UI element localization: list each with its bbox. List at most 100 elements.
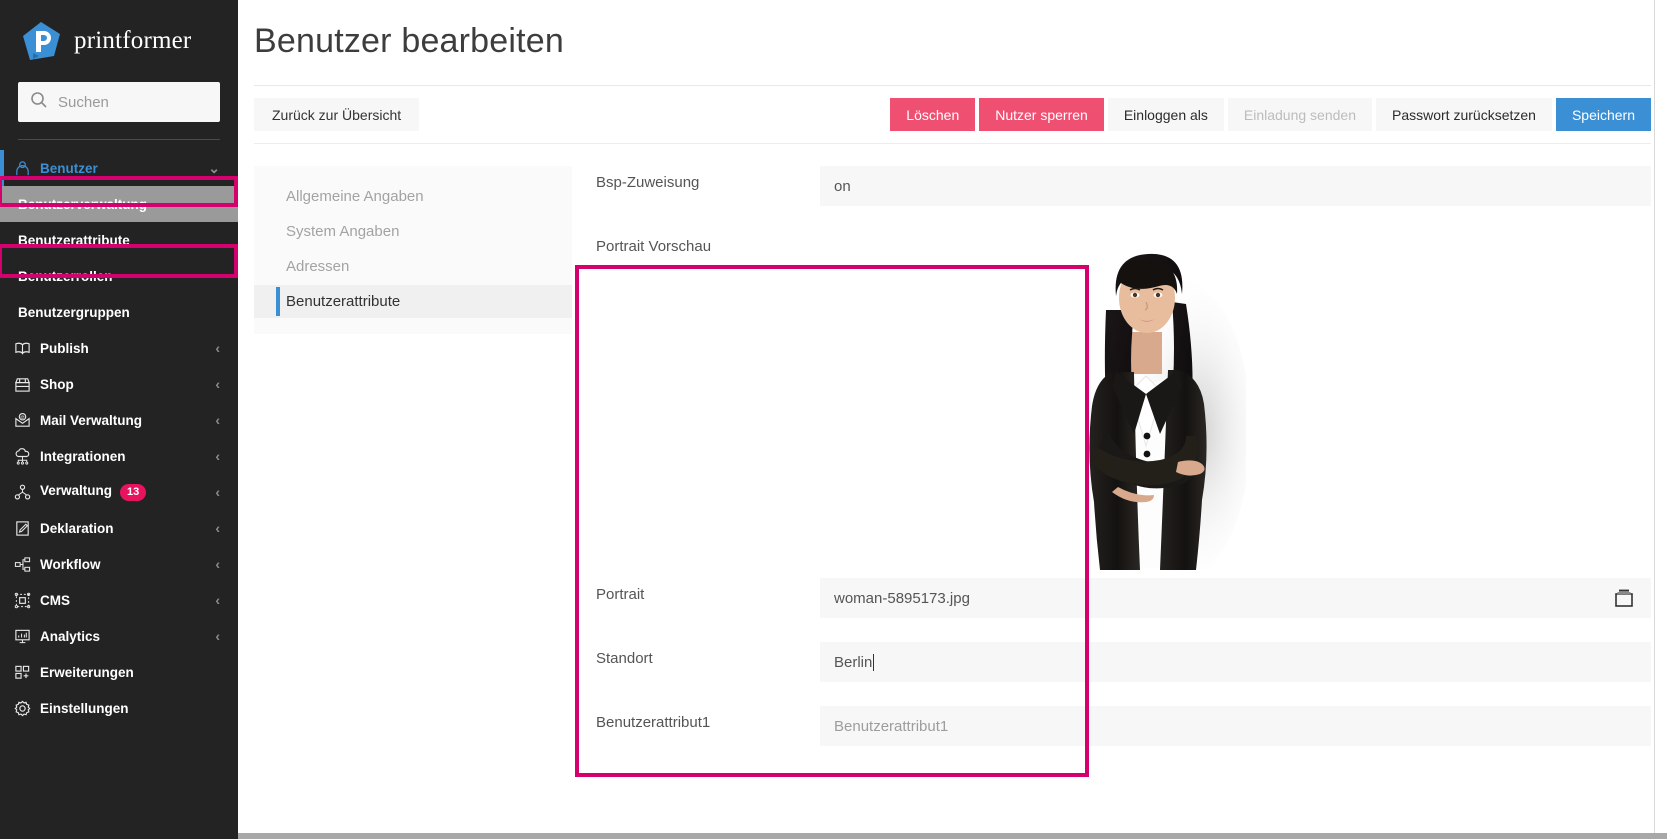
tab-panel: Allgemeine Angaben System Angaben Adress… [254,166,572,334]
mail-icon: @ [14,412,40,429]
sidebar-subitem-label: Benutzergruppen [18,304,130,320]
tab-label: Benutzerattribute [286,293,401,310]
horizontal-scrollbar[interactable] [0,833,1667,839]
save-button[interactable]: Speichern [1555,98,1651,131]
search-input[interactable] [58,93,208,111]
tab-system-angaben[interactable]: System Angaben [254,215,572,248]
tab-adressen[interactable]: Adressen [254,250,572,283]
portrait-file-field: woman-5895173.jpg [820,578,1651,618]
sidebar-item-publish[interactable]: Publish ‹ [0,330,238,366]
text-caret [873,653,875,671]
sidebar-nav: Benutzer ⌄ Benutzerverwaltung Benutzerat… [0,150,238,726]
sidebar-item-benutzer[interactable]: Benutzer ⌄ [0,150,238,186]
book-icon [14,340,40,357]
printformer-logo-icon [20,20,62,62]
field-wrapper: on [820,166,1651,206]
delete-button[interactable]: Löschen [890,98,976,131]
sidebar-bottom-fill [0,833,238,839]
brand-name: printformer [74,27,192,54]
chevron-left-icon: ‹ [215,592,220,608]
sidebar-item-integrationen[interactable]: Integrationen ‹ [0,438,238,474]
shop-icon [14,376,40,393]
trash-icon[interactable] [1597,578,1651,618]
search-container [0,78,238,122]
sidebar-item-verwaltung[interactable]: Verwaltung 13 ‹ [0,474,238,510]
tab-label: Adressen [286,258,350,275]
search-icon [30,91,48,114]
sidebar-item-erweiterungen[interactable]: Erweiterungen [0,654,238,690]
sidebar-item-workflow[interactable]: Workflow ‹ [0,546,238,582]
bsp-zuweisung-value[interactable]: on [820,166,1651,206]
extensions-icon [14,664,40,681]
row-spacer [572,206,1651,230]
search-box[interactable] [18,82,220,122]
sidebar-item-label: Publish [40,340,89,356]
standort-value: Berlin [834,653,873,671]
sidebar-item-label: Analytics [40,628,101,644]
reset-password-button[interactable]: Passwort zurücksetzen [1376,98,1552,131]
sidebar-item-mail-verwaltung[interactable]: @ Mail Verwaltung ‹ [0,402,238,438]
sidebar-subitem-benutzerrollen[interactable]: Benutzerrollen [0,258,238,294]
sidebar-item-label: Deklaration [40,520,114,536]
field-label: Portrait [596,586,645,603]
form-row-standort: Standort Berlin [572,642,1651,682]
sidebar-subitem-benutzerattribute[interactable]: Benutzerattribute [0,222,238,258]
sidebar-item-label: CMS [40,592,70,608]
sidebar-divider [18,139,220,140]
row-spacer [572,682,1651,706]
portrait-filename-value[interactable]: woman-5895173.jpg [820,578,1597,618]
chevron-down-icon: ⌄ [208,159,220,176]
tab-benutzerattribute[interactable]: Benutzerattribute [254,285,572,318]
chevron-left-icon: ‹ [215,376,220,392]
tab-label: System Angaben [286,223,400,240]
gear-icon [14,700,40,717]
chevron-left-icon: ‹ [215,520,220,536]
sidebar-subitem-benutzergruppen[interactable]: Benutzergruppen [0,294,238,330]
edit-document-icon [14,520,40,537]
chevron-left-icon: ‹ [215,340,220,356]
form-row-benutzerattribut1: Benutzerattribut1 Benutzerattribut1 [572,706,1651,746]
sidebar-subitem-label: Benutzerattribute [18,232,130,248]
sidebar-item-analytics[interactable]: Analytics ‹ [0,618,238,654]
back-to-overview-button[interactable]: Zurück zur Übersicht [254,98,420,131]
main-content: Benutzer bearbeiten Zurück zur Übersicht… [238,0,1667,839]
portrait-preview [820,230,1651,578]
user-icon [14,160,40,177]
sidebar-item-label: Erweiterungen [40,664,134,680]
send-invitation-button[interactable]: Einladung senden [1227,98,1372,131]
sidebar-item-label: Workflow [40,556,101,572]
network-icon [14,484,40,501]
sidebar-item-label: Mail Verwaltung [40,412,143,428]
portrait-photo [1046,240,1246,570]
page-title: Benutzer bearbeiten [254,22,565,60]
sidebar-item-einstellungen[interactable]: Einstellungen [0,690,238,726]
sidebar-item-label: Verwaltung 13 [40,483,215,502]
sidebar-subitem-label: Benutzerrollen [18,268,113,284]
field-label: Standort [596,650,653,667]
tab-label: Allgemeine Angaben [286,188,424,205]
field-wrapper: woman-5895173.jpg [820,578,1651,618]
sidebar-item-deklaration[interactable]: Deklaration ‹ [0,510,238,546]
sidebar-item-shop[interactable]: Shop ‹ [0,366,238,402]
status-badge: 13 [120,483,147,502]
sidebar-item-label: Einstellungen [40,700,129,716]
toolbar: Zurück zur Übersicht Löschen Nutzer sper… [238,86,1667,143]
cms-icon [14,592,40,609]
chevron-left-icon: ‹ [215,628,220,644]
content-area: Allgemeine Angaben System Angaben Adress… [238,144,1667,746]
login-as-button[interactable]: Einloggen als [1107,98,1224,131]
brand: printformer [0,0,238,78]
tab-allgemeine-angaben[interactable]: Allgemeine Angaben [254,180,572,213]
app-window: printformer Suchen Benutzer ⌄ Benutzerve… [0,0,1667,839]
attribute-form: Bsp-Zuweisung on Portrait Vorschau Portr… [572,166,1651,746]
field-label: Benutzerattribut1 [596,714,711,731]
block-user-button[interactable]: Nutzer sperren [979,98,1104,131]
standort-input[interactable]: Berlin [820,642,1651,682]
sidebar-subitem-label: Benutzerverwaltung [18,196,148,212]
field-wrapper [820,230,1651,578]
sidebar-item-cms[interactable]: CMS ‹ [0,582,238,618]
sidebar-subitem-benutzerverwaltung[interactable]: Benutzerverwaltung [0,186,238,222]
field-wrapper: Berlin [820,642,1651,682]
form-row-portrait-vorschau: Portrait Vorschau [572,230,1651,578]
benutzerattribut1-input[interactable]: Benutzerattribut1 [820,706,1651,746]
